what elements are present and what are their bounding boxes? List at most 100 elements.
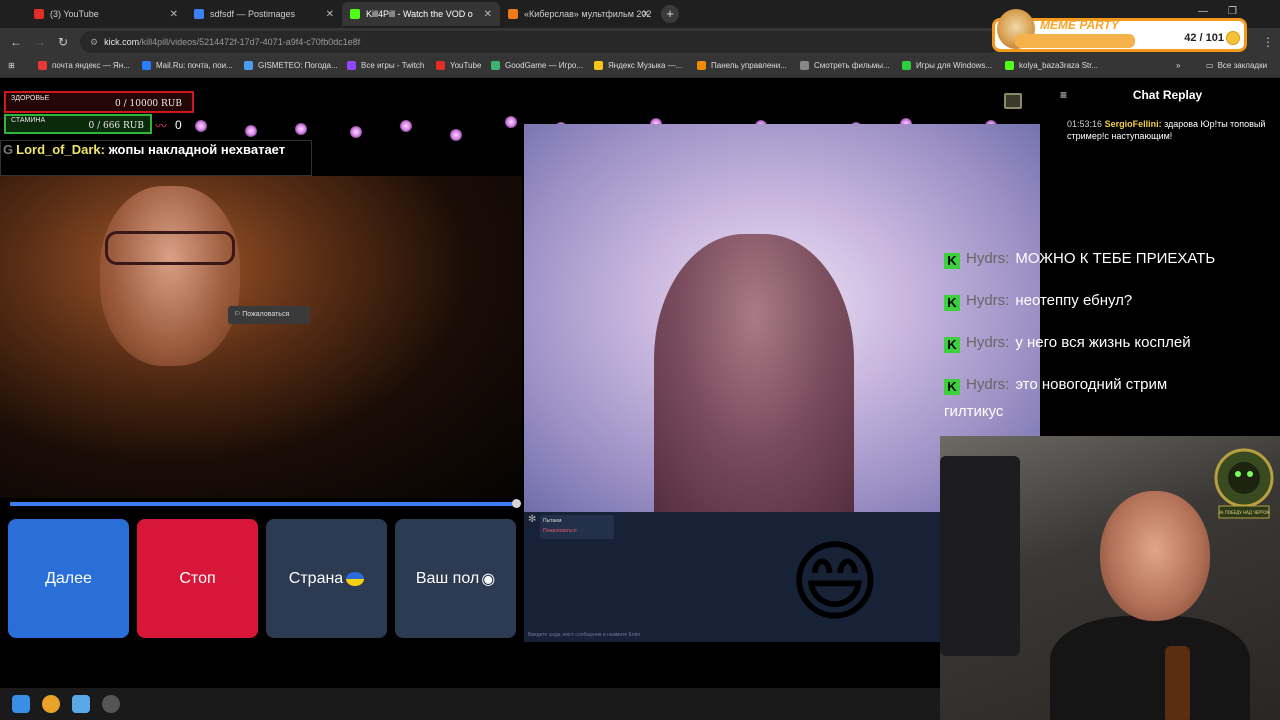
bookmarks-bar: ⊞ почта яндекс — Ян... Mail.Ru: почта, п…	[0, 56, 1280, 78]
bookmark-label: kolya_baza3raza Str...	[1019, 61, 1099, 70]
report-label: Пожаловаться	[242, 311, 290, 318]
bookmark-label: YouTube	[450, 61, 482, 70]
overlay-line-user: Hydrs:	[966, 250, 1010, 267]
heartbeat-icon: 〰	[155, 119, 168, 133]
windows-start-icon[interactable]	[12, 695, 30, 713]
report-button[interactable]: ⚐ Пожаловаться	[228, 306, 310, 324]
ukraine-flag-icon	[346, 571, 365, 586]
tab-youtube[interactable]: (3) YouTube ✕	[26, 2, 186, 26]
kiberslav-icon	[508, 9, 518, 19]
minimize-icon[interactable]: —	[1198, 6, 1208, 17]
movies-icon	[800, 61, 809, 70]
obs-icon[interactable]	[102, 695, 120, 713]
overlay-line: K Hydrs: МОЖНО К ТЕБЕ ПРИЕХАТЬ	[944, 250, 1215, 269]
tab-label: Kill4Pill - Watch the VOD o	[366, 9, 473, 19]
overlay-line-user: Hydrs:	[966, 376, 1010, 393]
progress-knob[interactable]	[512, 499, 521, 508]
grin-emoji: 😄	[789, 532, 881, 631]
glasses	[105, 231, 235, 265]
mini-chat-report[interactable]: Пожаловаться	[543, 528, 611, 534]
overlay-line-text: у него вся жизнь косплей	[1015, 334, 1191, 351]
reload-icon[interactable]: ↻	[58, 35, 68, 49]
tab-label: sdfsdf — Postimages	[210, 9, 296, 19]
postimages-icon	[194, 9, 204, 19]
overlay-line: K Hydrs: неотеппу ебнул?	[944, 292, 1132, 311]
streamer-body	[1050, 616, 1250, 720]
bookmark-item[interactable]: Все игры - Twitch	[347, 61, 424, 70]
new-tab-button[interactable]: +	[661, 5, 679, 23]
bookmark-item[interactable]: GISMETEO: Погода...	[244, 61, 338, 70]
chat-replay-title: Chat Replay	[1132, 88, 1203, 102]
flag-icon: ⚐	[234, 311, 241, 318]
back-icon[interactable]: ←	[10, 35, 22, 49]
apps-icon[interactable]: ⊞	[8, 61, 15, 70]
overlay-chat-message: G Lord_of_Dark: жопы накладной нехватает	[0, 140, 312, 176]
games-icon	[902, 61, 911, 70]
bookmark-item[interactable]: Игры для Windows...	[902, 61, 992, 70]
bookmark-label: Игры для Windows...	[916, 61, 993, 70]
bookmark-item[interactable]: Смотреть фильмы...	[800, 61, 890, 70]
bookmark-label: Яндекс Музыка —...	[608, 61, 683, 70]
health-bar: ЗДОРОВЬЕ 0 / 10000 RUB	[4, 91, 194, 113]
bookmark-item[interactable]: Панель управлени...	[697, 61, 787, 70]
yandex-mail-icon	[38, 61, 47, 70]
video-progress-bar[interactable]	[10, 499, 521, 508]
country-button[interactable]: Страна	[266, 519, 387, 638]
tab-postimages[interactable]: sdfsdf — Postimages ✕	[186, 2, 342, 26]
close-icon[interactable]: ✕	[326, 9, 334, 20]
close-icon[interactable]: ✕	[484, 9, 492, 20]
overlay-chat-text: жопы накладной нехватает	[108, 142, 286, 157]
chat-input-hint[interactable]: Введите сюда текст сообщения и нажмите E…	[528, 632, 641, 638]
health-label: ЗДОРОВЬЕ	[11, 95, 50, 102]
panel-icon	[697, 61, 706, 70]
bookmark-item[interactable]: Mail.Ru: почта, пои...	[142, 61, 233, 70]
bookmark-item[interactable]: почта яндекс — Ян...	[38, 61, 130, 70]
overlay-line-text: это новогодний стрим	[1015, 376, 1168, 393]
tab-kiberslav[interactable]: «Киберслав» мультфильм 202 ✕	[500, 2, 658, 26]
person-silhouette	[654, 234, 854, 512]
gender-icon: ◉	[481, 570, 496, 588]
bookmark-item[interactable]: YouTube	[436, 61, 481, 70]
close-icon[interactable]: ✕	[642, 9, 650, 20]
mini-chat-card: Пытаем Пожаловаться	[540, 515, 614, 539]
meme-party-count: 42 / 101	[1184, 32, 1224, 44]
forward-icon[interactable]: →	[34, 35, 46, 49]
meme-progress-bar	[1015, 34, 1135, 48]
coin-icon	[1226, 31, 1240, 45]
meme-party-widget: MEME PARTY 42 / 101	[992, 9, 1247, 52]
tab-label: «Киберслав» мультфильм 202	[524, 9, 652, 19]
overlay-line-user: Hydrs:	[966, 334, 1010, 351]
overlay-chat-user: Lord_of_Dark:	[16, 142, 105, 157]
chrome-icon[interactable]	[42, 695, 60, 713]
site-info-icon[interactable]: ⚙	[90, 37, 98, 48]
bookmark-item[interactable]: GoodGame — Игро...	[491, 61, 583, 70]
url-domain: kick.com	[104, 37, 140, 47]
kick-icon	[350, 9, 360, 19]
telegram-icon[interactable]	[72, 695, 90, 713]
overlay-line-continued: гилтикус	[944, 403, 1004, 420]
url-field[interactable]: ⚙ kick.com /kill4pill/videos/5214472f-17…	[80, 31, 1000, 53]
meme-party-title: MEME PARTY	[1040, 18, 1119, 32]
gender-button[interactable]: Ваш пол ◉	[395, 519, 516, 638]
next-button[interactable]: Далее	[8, 519, 129, 638]
tab-kick[interactable]: Kill4Pill - Watch the VOD o ✕	[342, 2, 500, 26]
gear-icon[interactable]: ✻	[528, 514, 536, 525]
chevron-right-icon[interactable]: »	[1176, 61, 1180, 70]
kick-icon: K	[944, 253, 960, 269]
menu-icon[interactable]: ⋮	[1262, 35, 1274, 49]
restore-icon[interactable]: ❐	[1228, 6, 1237, 17]
bookmark-label: Смотреть фильмы...	[814, 61, 890, 70]
bookmark-item[interactable]: Яндекс Музыка —...	[594, 61, 682, 70]
medal-badge-icon: ЗА ПОБЕДУ НАД ЧЕРТОМ	[1214, 448, 1274, 519]
close-icon[interactable]: ✕	[170, 9, 178, 20]
kick-icon	[1005, 61, 1014, 70]
kick-icon: K	[944, 337, 960, 353]
overlay-line-text: МОЖНО К ТЕБЕ ПРИЕХАТЬ	[1015, 250, 1216, 267]
stamina-label: СТАМИНА	[11, 117, 46, 124]
stop-button[interactable]: Стоп	[137, 519, 258, 638]
all-bookmarks[interactable]: ▭ Все закладки	[1206, 61, 1267, 70]
bookmark-item[interactable]: kolya_baza3raza Str...	[1005, 61, 1098, 70]
bookmark-label: Все игры - Twitch	[361, 61, 425, 70]
message-user[interactable]: SergioFellini:	[1105, 119, 1162, 129]
kick-icon: K	[944, 295, 960, 311]
